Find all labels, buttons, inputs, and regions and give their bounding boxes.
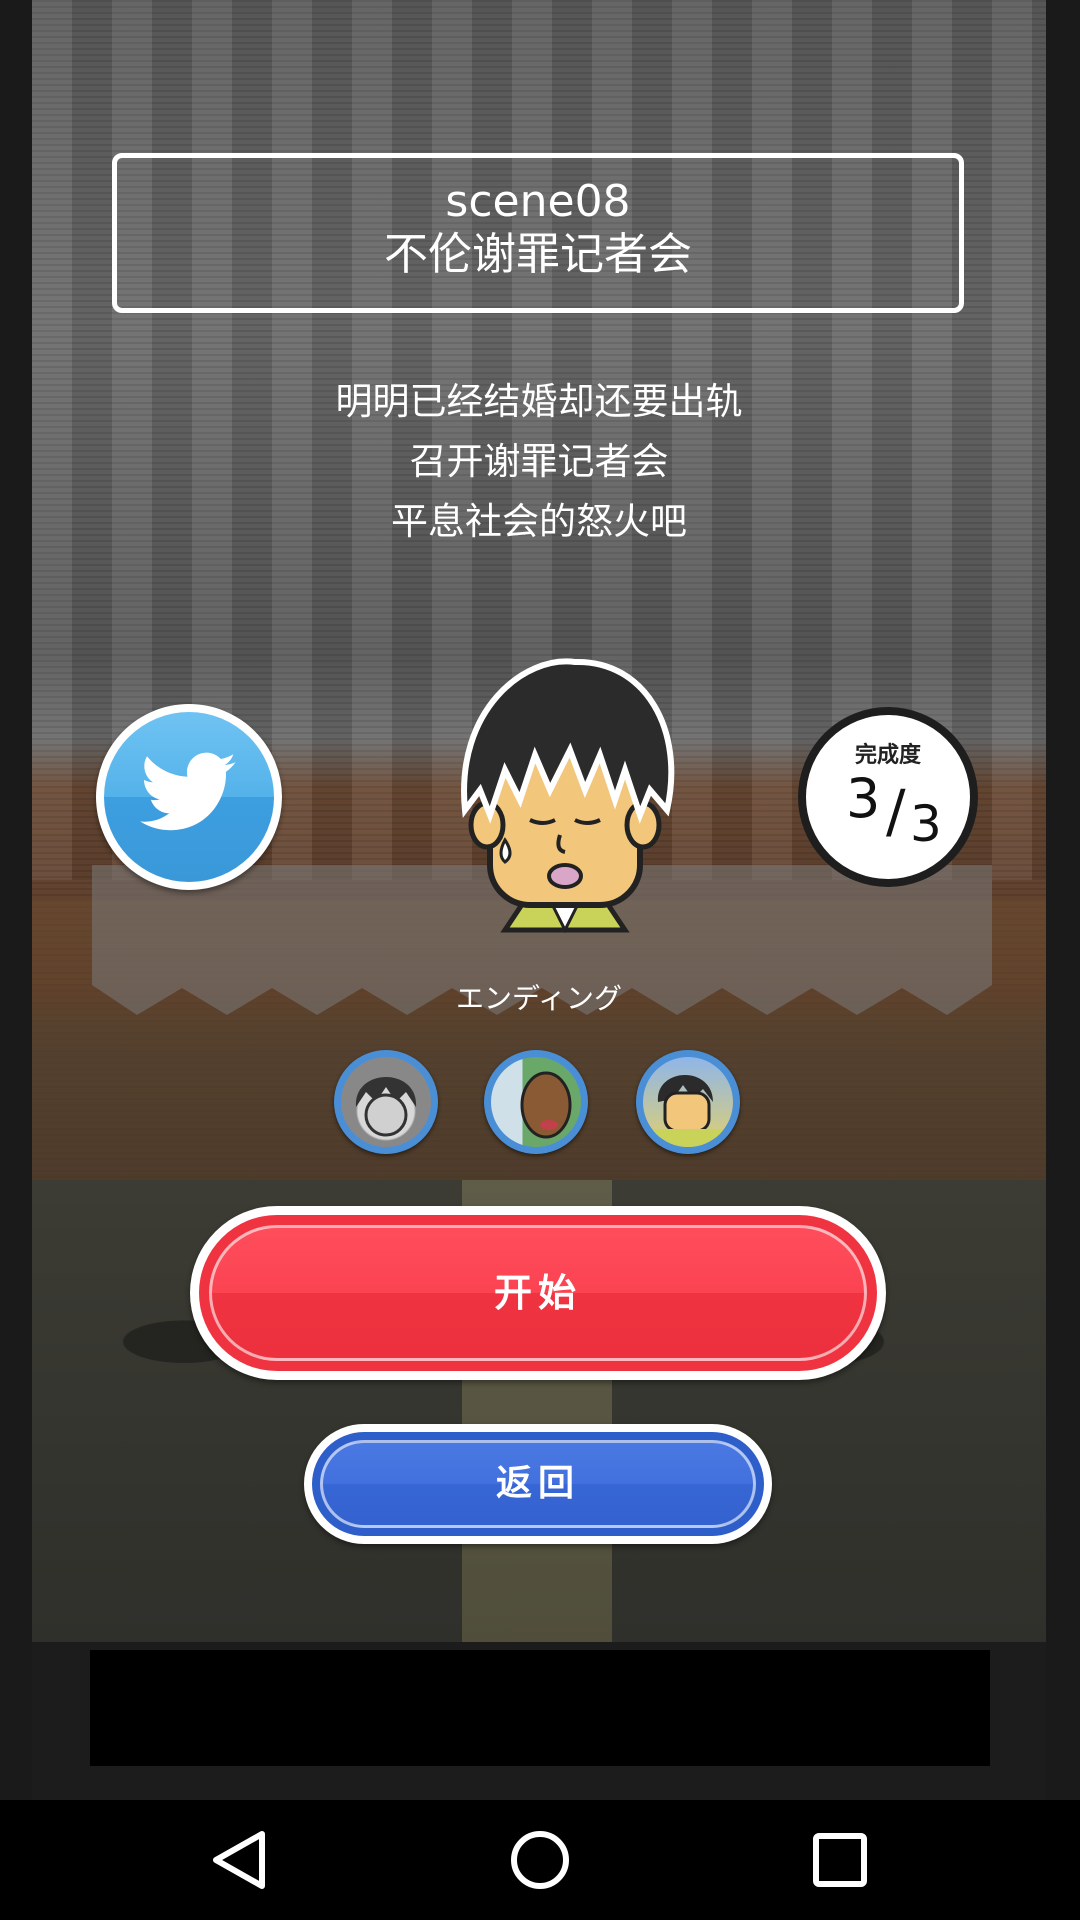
back-triangle-icon bbox=[213, 1831, 265, 1889]
recents-square-icon bbox=[813, 1833, 867, 1887]
scene-title-box: scene08 不伦谢罪记者会 bbox=[112, 153, 964, 313]
start-button-frame: 开始 bbox=[199, 1215, 877, 1371]
completion-badge: 完成度 3 / 3 bbox=[798, 707, 978, 887]
ending-thumb-2[interactable] bbox=[484, 1050, 588, 1154]
ad-banner[interactable] bbox=[90, 1650, 990, 1766]
start-button[interactable]: 开始 bbox=[190, 1206, 886, 1380]
twitter-button-face bbox=[104, 712, 274, 882]
nav-home-button[interactable] bbox=[508, 1828, 572, 1892]
start-button-label: 开始 bbox=[209, 1225, 867, 1361]
ending-thumb-1-image bbox=[341, 1057, 431, 1147]
scene-code: scene08 bbox=[445, 176, 631, 227]
completion-slash: / bbox=[886, 777, 906, 845]
nav-recents-button[interactable] bbox=[808, 1828, 872, 1892]
back-button[interactable]: 返回 bbox=[304, 1424, 772, 1544]
completion-label: 完成度 bbox=[854, 743, 921, 768]
description-line: 平息社会的怒火吧 bbox=[391, 500, 687, 543]
description-line: 明明已经结婚却还要出轨 bbox=[335, 380, 743, 423]
back-button-label: 返回 bbox=[320, 1440, 756, 1528]
twitter-share-button[interactable] bbox=[96, 704, 282, 890]
game-screen: scene08 不伦谢罪记者会 明明已经结婚却还要出轨 召开谢罪记者会 平息社会… bbox=[32, 0, 1046, 1642]
character-portrait bbox=[435, 650, 695, 950]
home-circle-icon bbox=[511, 1831, 569, 1889]
back-button-frame: 返回 bbox=[312, 1432, 764, 1536]
ad-area bbox=[32, 1642, 1046, 1800]
ending-label: エンディング bbox=[455, 982, 623, 1015]
ending-thumb-3[interactable] bbox=[636, 1050, 740, 1154]
completion-current: 3 bbox=[846, 767, 881, 830]
ending-thumb-1[interactable] bbox=[334, 1050, 438, 1154]
twitter-icon bbox=[140, 752, 236, 831]
ending-thumb-3-image bbox=[643, 1057, 733, 1147]
nav-back-button[interactable] bbox=[208, 1828, 272, 1892]
system-navigation-bar bbox=[0, 1800, 1080, 1920]
character-illustration bbox=[461, 658, 675, 934]
description-line: 召开谢罪记者会 bbox=[409, 440, 669, 483]
ending-thumb-2-image bbox=[491, 1057, 581, 1147]
scene-title: 不伦谢罪记者会 bbox=[384, 229, 692, 280]
completion-total: 3 bbox=[910, 795, 942, 853]
scene-description: 明明已经结婚却还要出轨 召开谢罪记者会 平息社会的怒火吧 bbox=[32, 372, 1046, 552]
